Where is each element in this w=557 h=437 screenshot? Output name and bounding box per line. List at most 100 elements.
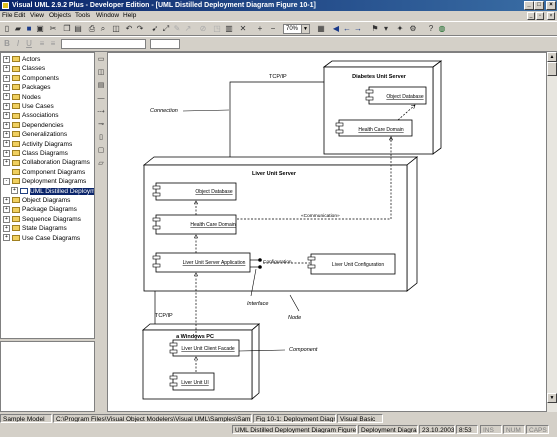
app-icon[interactable] xyxy=(2,2,9,9)
expand-toggle-icon[interactable]: + xyxy=(3,159,10,167)
liver-unit-configuration-component[interactable]: Liver Unit Configuration xyxy=(307,253,396,275)
undo-icon[interactable]: ↶ xyxy=(124,24,134,34)
expand-toggle-icon[interactable]: + xyxy=(3,234,10,242)
redo-icon[interactable]: ↷ xyxy=(135,24,145,34)
expand-toggle-icon[interactable]: + xyxy=(3,65,10,73)
find-icon[interactable]: ⌕ xyxy=(98,24,108,34)
delete-icon[interactable]: ✕ xyxy=(238,24,248,34)
vertical-scrollbar[interactable]: ▲ ▼ xyxy=(547,52,557,412)
zoom-select[interactable]: 70% ▼ xyxy=(283,24,310,34)
tool-icon[interactable]: ✦ xyxy=(395,24,405,34)
tree-item[interactable]: + Packages xyxy=(3,83,51,92)
properties-icon[interactable]: ⚑ xyxy=(370,24,380,34)
expand-toggle-icon[interactable]: + xyxy=(3,140,10,148)
scroll-thumb[interactable] xyxy=(547,62,557,76)
expand-toggle-icon[interactable]: + xyxy=(3,130,10,138)
tree-item[interactable]: + Sequence Diagrams xyxy=(3,215,81,224)
expand-toggle-icon[interactable]: + xyxy=(3,102,10,110)
tree-item[interactable]: + Use Cases xyxy=(3,102,54,111)
tree-item[interactable]: + Components xyxy=(3,74,59,83)
paste-icon[interactable]: ▤ xyxy=(73,24,83,34)
align-left-icon[interactable]: ≡ xyxy=(37,39,47,49)
menu-edit[interactable]: Edit xyxy=(14,11,25,21)
italic-icon[interactable]: I xyxy=(13,39,23,49)
arrow-icon[interactable]: ↗ xyxy=(183,24,193,34)
bold-icon[interactable]: B xyxy=(2,39,12,49)
tree-item[interactable]: - Deployment Diagrams xyxy=(3,177,86,186)
object-database-component-2[interactable]: Object Database xyxy=(152,182,237,201)
tree-item[interactable]: + Classes xyxy=(3,64,45,73)
tree-item[interactable]: + Object Diagrams xyxy=(3,196,70,205)
line-tool-icon[interactable]: ― xyxy=(96,94,106,104)
move-back-icon[interactable]: ◳ xyxy=(212,24,222,34)
diagram-icon[interactable]: ◫ xyxy=(111,24,121,34)
mdi-close-button[interactable]: × xyxy=(547,12,555,20)
font-size-select[interactable] xyxy=(150,39,180,49)
tree-item[interactable]: + Activity Diagrams xyxy=(3,140,72,149)
scroll-up-icon[interactable]: ▲ xyxy=(547,52,557,62)
tree-item[interactable]: + Package Diagrams xyxy=(3,205,77,214)
expand-toggle-icon[interactable]: + xyxy=(11,187,18,195)
print-icon[interactable]: ⎙ xyxy=(87,24,97,34)
liver-unit-client-facade-component[interactable]: Liver Unit Client Facade xyxy=(169,339,240,357)
menu-objects[interactable]: Objects xyxy=(49,11,71,21)
tree-item[interactable]: + UML Distilled Deploym xyxy=(11,187,94,196)
close-button[interactable]: × xyxy=(546,1,556,10)
select-tool-icon[interactable]: ▭ xyxy=(96,55,106,65)
dependency-tool-icon[interactable]: ⤏ xyxy=(96,107,106,117)
component-tool-icon[interactable]: ▤ xyxy=(96,81,106,91)
text-tool-icon[interactable]: ▢ xyxy=(96,146,106,156)
globe-icon[interactable]: ◍ xyxy=(437,24,447,34)
back-icon[interactable]: ◀ xyxy=(331,24,341,34)
tree-item[interactable]: Component Diagrams xyxy=(3,168,85,177)
minimize-button[interactable]: _ xyxy=(524,1,534,10)
note-tool-icon[interactable]: ▯ xyxy=(96,133,106,143)
interface-tool-icon[interactable]: ⊸ xyxy=(96,120,106,130)
chevron-down-icon[interactable]: ▼ xyxy=(301,25,309,33)
liver-unit-ui-component[interactable]: Liver Unit UI xyxy=(169,372,215,391)
link-icon[interactable]: ⤢ xyxy=(161,24,171,34)
expand-toggle-icon[interactable]: + xyxy=(3,206,10,214)
tree-item[interactable]: + Class Diagrams xyxy=(3,149,68,158)
tree-item[interactable]: + State Diagrams xyxy=(3,224,67,233)
menu-window[interactable]: Window xyxy=(96,11,119,21)
mdi-restore-button[interactable]: ▫ xyxy=(536,12,544,20)
fit-icon[interactable]: ▦ xyxy=(316,24,326,34)
new-icon[interactable]: ▯ xyxy=(2,24,12,34)
tree-item[interactable]: + Associations xyxy=(3,111,59,120)
copy-icon[interactable]: ❐ xyxy=(62,24,72,34)
tree-item[interactable]: + Dependencies xyxy=(3,121,64,130)
tree-item[interactable]: + Generalizations xyxy=(3,130,67,139)
expand-toggle-icon[interactable]: + xyxy=(3,224,10,232)
expand-toggle-icon[interactable]: + xyxy=(3,55,10,63)
expand-toggle-icon[interactable]: + xyxy=(3,74,10,82)
expand-toggle-icon[interactable]: + xyxy=(3,112,10,120)
pen-icon[interactable]: ✎ xyxy=(172,24,182,34)
model-tree[interactable]: + Actors + Classes + Components + Packages + Node… xyxy=(0,52,95,339)
mdi-minimize-button[interactable]: _ xyxy=(527,12,535,20)
dropdown-icon[interactable]: ▾ xyxy=(381,24,391,34)
font-select[interactable] xyxy=(61,39,146,49)
pin-icon[interactable]: ⊘ xyxy=(198,24,208,34)
expand-toggle-icon[interactable]: + xyxy=(3,83,10,91)
expand-toggle-icon[interactable]: + xyxy=(3,149,10,157)
health-care-domain-component-1[interactable]: Health Care Domain xyxy=(335,119,413,137)
underline-icon[interactable]: U xyxy=(24,39,34,49)
diagram-canvas[interactable]: Diabetes Unit Server Object Database Hea… xyxy=(107,52,547,412)
expand-toggle-icon[interactable]: + xyxy=(3,93,10,101)
tree-item[interactable]: + Use Case Diagrams xyxy=(3,234,80,243)
open-icon[interactable]: ▰ xyxy=(13,24,23,34)
expand-toggle-icon[interactable]: + xyxy=(3,196,10,204)
forward-arrow-icon[interactable]: → xyxy=(353,24,363,34)
menu-tools[interactable]: Tools xyxy=(75,11,90,21)
align-center-icon[interactable]: ≡ xyxy=(48,39,58,49)
node-tool-icon[interactable]: ◫ xyxy=(96,68,106,78)
back-arrow-icon[interactable]: ← xyxy=(342,24,352,34)
expand-toggle-icon[interactable]: + xyxy=(3,121,10,129)
print-preview-icon[interactable]: ▣ xyxy=(35,24,45,34)
tool2-icon[interactable]: ⚙ xyxy=(408,24,418,34)
scroll-down-icon[interactable]: ▼ xyxy=(547,393,557,403)
tree-item[interactable]: + Actors xyxy=(3,55,40,64)
liver-unit-server-application-component[interactable]: Liver Unit Server Application xyxy=(152,252,251,273)
tree-item[interactable]: + Nodes xyxy=(3,93,41,102)
